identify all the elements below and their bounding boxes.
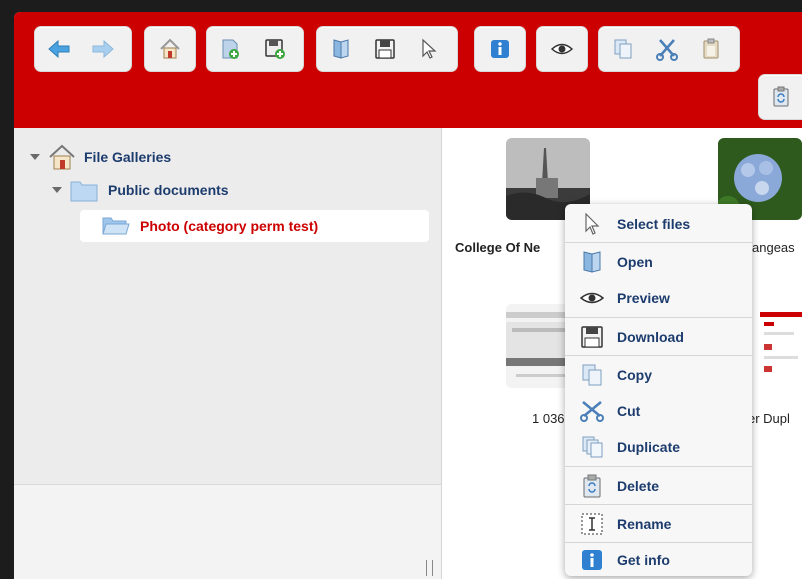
copy-icon[interactable]	[607, 33, 639, 65]
menu-item-get-info[interactable]: Get info	[565, 542, 752, 578]
menu-item-open[interactable]: Open	[565, 244, 752, 280]
info-icon	[580, 548, 604, 572]
cut-icon	[580, 399, 604, 423]
refresh-icon[interactable]	[765, 81, 797, 113]
file-name: 1 036	[532, 411, 565, 426]
select-icon[interactable]	[413, 33, 445, 65]
back-icon[interactable]	[43, 33, 75, 65]
menu-item-rename[interactable]: Rename	[565, 506, 752, 542]
download-icon[interactable]	[369, 33, 401, 65]
open-icon	[580, 250, 604, 274]
nav-group	[34, 26, 132, 72]
tree-item-photo[interactable]: Photo (category perm test)	[102, 216, 318, 236]
home-group	[144, 26, 196, 72]
paste-icon[interactable]	[695, 33, 727, 65]
preview-icon	[580, 286, 604, 310]
info-group	[474, 26, 526, 72]
home-icon[interactable]	[154, 33, 186, 65]
home-icon	[49, 144, 75, 170]
collapse-arrow-icon[interactable]	[52, 187, 62, 193]
clipboard-group	[598, 26, 740, 72]
folder-icon	[70, 181, 98, 202]
tree-item-label: Photo (category perm test)	[140, 218, 319, 234]
tree-root-label: File Galleries	[84, 149, 172, 165]
menu-item-delete[interactable]: Delete	[565, 468, 752, 504]
collapse-arrow-icon[interactable]	[30, 154, 40, 160]
tree-item-label: Public documents	[108, 182, 229, 198]
preview-group	[536, 26, 588, 72]
screenshot-thumbnail	[760, 304, 802, 388]
toolbar	[14, 12, 802, 128]
menu-item-cut[interactable]: Cut	[565, 393, 752, 429]
tree-footer	[14, 484, 441, 579]
menu-item-preview[interactable]: Preview	[565, 280, 752, 316]
file-name: College Of Ne	[455, 240, 541, 255]
menu-item-select-files[interactable]: Select files	[565, 206, 752, 242]
file-name: er Dupl	[748, 411, 790, 426]
new-folder-icon[interactable]	[215, 33, 247, 65]
save-new-icon[interactable]	[259, 33, 291, 65]
tree-root[interactable]: File Galleries	[30, 144, 171, 170]
resize-handle[interactable]	[426, 560, 433, 576]
forward-icon[interactable]	[87, 33, 119, 65]
file-name: angeas	[752, 240, 795, 255]
open-folder-icon	[102, 217, 130, 235]
menu-item-copy[interactable]: Copy	[565, 357, 752, 393]
tree-item-public-documents[interactable]: Public documents	[52, 178, 229, 202]
file-manager-window: File Galleries Public documents Photo (c…	[14, 12, 802, 579]
create-group	[206, 26, 304, 72]
file-group	[316, 26, 458, 72]
menu-item-duplicate[interactable]: Duplicate	[565, 429, 752, 465]
context-menu: Select files Open Preview Download Copy …	[565, 204, 752, 576]
info-icon[interactable]	[484, 33, 516, 65]
preview-icon[interactable]	[546, 33, 578, 65]
folder-tree-panel: File Galleries Public documents Photo (c…	[14, 128, 442, 579]
rename-icon	[580, 512, 604, 536]
cut-icon[interactable]	[651, 33, 683, 65]
download-icon	[580, 325, 604, 349]
duplicate-icon	[580, 435, 604, 459]
select-icon	[580, 212, 604, 236]
trash-icon	[580, 474, 604, 498]
refresh-group	[758, 74, 802, 120]
copy-icon	[580, 363, 604, 387]
file-thumbnail[interactable]	[760, 304, 802, 388]
menu-item-download[interactable]: Download	[565, 319, 752, 355]
open-icon[interactable]	[325, 33, 357, 65]
